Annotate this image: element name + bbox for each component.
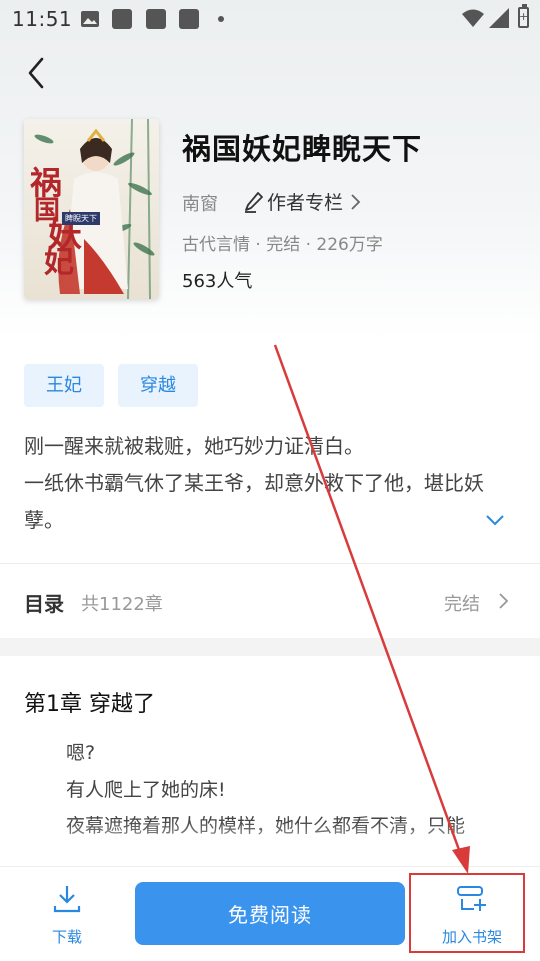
popularity-count: 563人气 [182, 271, 253, 292]
toc-status: 完结 [444, 594, 480, 615]
divider [0, 563, 540, 564]
download-label: 下载 [51, 928, 82, 946]
download-button[interactable]: 下载 [44, 884, 90, 947]
tag-chip[interactable]: 王妃 [24, 364, 104, 407]
description-line: 刚一醒来就被栽赃，她巧妙力证清白。 [24, 434, 364, 458]
status-bar: 11:51 [0, 0, 540, 38]
tag-chip[interactable]: 穿越 [118, 364, 198, 407]
description-line: 一纸休书霸气休了某王爷，却意外救下了他，堪比妖孽。 [24, 471, 484, 532]
download-icon [53, 886, 81, 913]
chapter-paragraph: 有人爬上了她的床! [66, 779, 226, 801]
cover-subtitle: 睥睨天下 [62, 212, 100, 225]
chapter-paragraph: 嗯? [66, 742, 96, 764]
image-icon [81, 11, 99, 27]
signal-icon [489, 8, 509, 28]
preview-fade [0, 820, 540, 866]
author-name[interactable]: 南窗 [182, 190, 218, 216]
notification-icon [112, 9, 132, 29]
book-description: 刚一醒来就被栽赃，她巧妙力证清白。 一纸休书霸气休了某王爷，却意外救下了他，堪比… [24, 428, 516, 539]
chapter-title: 第1章 穿越了 [24, 692, 155, 717]
section-gap [0, 638, 540, 656]
tag-list: 王妃 穿越 [24, 364, 198, 407]
book-title: 祸国妖妃睥睨天下 [182, 132, 423, 166]
annotation-highlight-box [409, 873, 525, 953]
toc-count: 共1122章 [81, 594, 163, 615]
author-column-label: 作者专栏 [267, 192, 344, 214]
free-read-button[interactable]: 免费阅读 [135, 882, 405, 945]
notification-icon [179, 9, 199, 29]
notification-icon [146, 9, 166, 29]
author-column-link[interactable]: 作者专栏 [244, 188, 363, 215]
wifi-icon [462, 9, 484, 27]
book-meta: 古代言情 · 完结 · 226万字 [182, 235, 383, 255]
status-time: 11:51 [12, 7, 73, 31]
book-cover[interactable]: 祸 国 妖 妃 睥睨天下 [24, 119, 159, 299]
expand-chevron-icon[interactable] [484, 510, 506, 530]
chevron-right-icon [499, 593, 509, 609]
more-notifications-icon [218, 16, 224, 22]
back-icon[interactable] [22, 55, 52, 91]
pen-icon [245, 191, 263, 213]
chevron-right-icon [351, 193, 361, 210]
toc-label: 目录 [24, 592, 64, 616]
battery-icon [518, 4, 529, 28]
